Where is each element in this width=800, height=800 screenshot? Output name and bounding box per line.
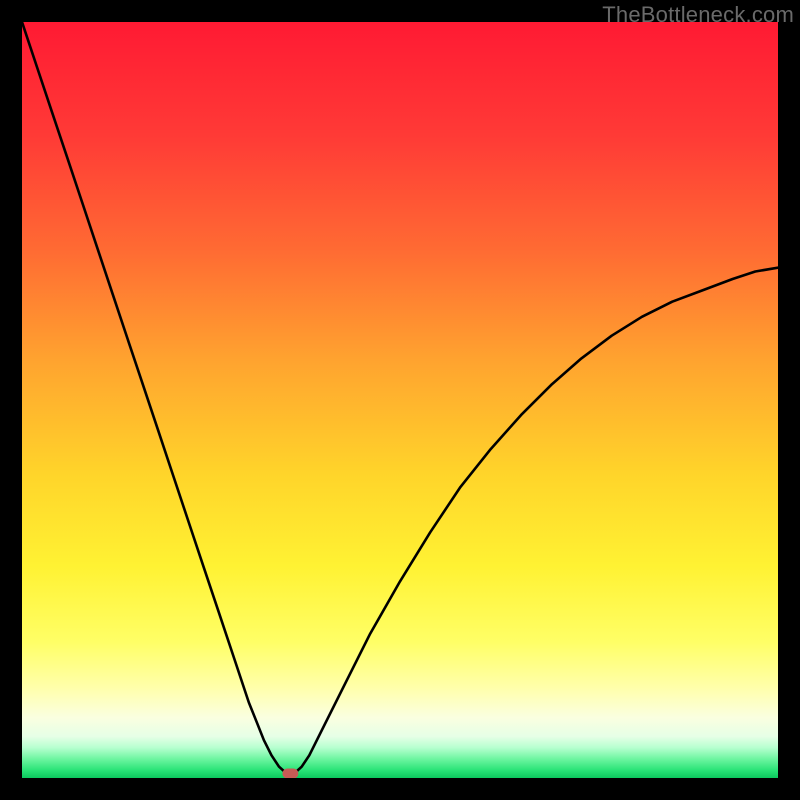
gradient-background (22, 22, 778, 778)
bottleneck-chart (22, 22, 778, 778)
chart-frame (22, 22, 778, 778)
watermark-text: TheBottleneck.com (602, 2, 794, 28)
optimal-point-marker (282, 769, 298, 779)
